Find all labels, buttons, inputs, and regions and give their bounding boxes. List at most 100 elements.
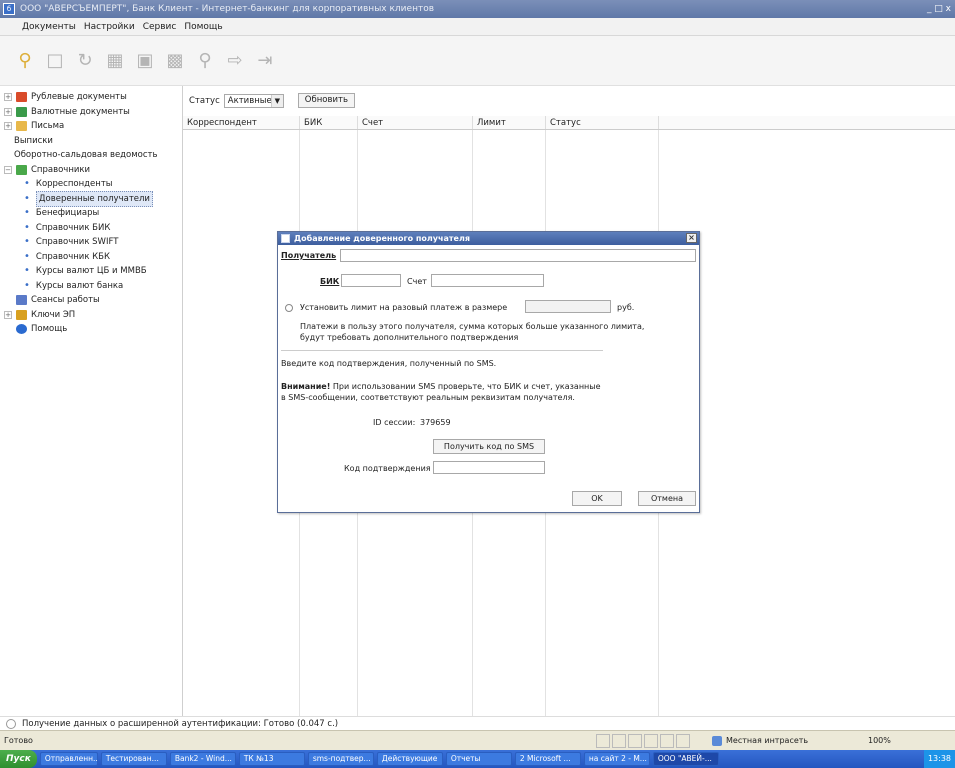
search-icon[interactable]: ⚲ bbox=[194, 50, 216, 72]
recipient-input[interactable] bbox=[340, 249, 696, 262]
tree-item-swift-directory[interactable]: • Справочник SWIFT bbox=[0, 235, 182, 250]
tree-item-turnover[interactable]: Оборотно-сальдовая ведомость bbox=[0, 148, 182, 163]
tree-item-correspondents[interactable]: • Корреспонденты bbox=[0, 177, 182, 192]
tree-item-rub-docs[interactable]: + Рублевые документы bbox=[0, 90, 182, 105]
limit-checkbox-label: Установить лимит на разовый платеж в раз… bbox=[300, 303, 508, 312]
tree-item-help[interactable]: Помощь bbox=[0, 322, 182, 337]
sessions-icon bbox=[16, 295, 27, 306]
get-sms-code-button[interactable]: Получить код по SMS bbox=[433, 439, 545, 454]
column-header-bik[interactable]: БИК bbox=[300, 116, 358, 129]
bullet-icon: • bbox=[24, 207, 30, 218]
limit-checkbox[interactable] bbox=[285, 304, 293, 312]
task-button[interactable]: ТК №13 bbox=[238, 752, 305, 766]
zoom-level[interactable]: 100% bbox=[868, 734, 891, 748]
task-button[interactable]: на сайт 2 - М... bbox=[583, 752, 650, 766]
bullet-icon: • bbox=[24, 250, 30, 262]
browser-status-bar: Готово Местная интрасеть 100% bbox=[0, 730, 955, 750]
bullet-icon: • bbox=[24, 279, 30, 291]
tree-item-cb-rates[interactable]: • Курсы валют ЦБ и ММВБ bbox=[0, 264, 182, 279]
task-button[interactable]: Действующие bbox=[376, 752, 443, 766]
dialog-title: Добавление доверенного получателя bbox=[294, 234, 470, 243]
task-button[interactable]: 2 Microsoft ... bbox=[514, 752, 581, 766]
tree-item-currency-docs[interactable]: + Валютные документы bbox=[0, 105, 182, 120]
column-header-status[interactable]: Статус bbox=[546, 116, 659, 129]
refresh-button[interactable]: Обновить bbox=[297, 93, 355, 108]
status-filter-select[interactable]: Активные ▼ bbox=[223, 93, 284, 108]
bik-input[interactable] bbox=[341, 274, 401, 287]
bullet-icon: • bbox=[24, 192, 30, 204]
ready-status: Готово bbox=[4, 736, 33, 745]
limit-note-line-1: Платежи в пользу этого получателя, сумма… bbox=[300, 322, 645, 331]
task-button[interactable]: sms-подтвер... bbox=[307, 752, 374, 766]
document-icon[interactable]: □ bbox=[44, 50, 66, 72]
tree-item-keys[interactable]: + Ключи ЭП bbox=[0, 308, 182, 323]
dialog-title-bar: Добавление доверенного получателя × bbox=[278, 232, 699, 245]
tree-item-statements[interactable]: Выписки bbox=[0, 134, 182, 149]
tree-item-trusted-recipients[interactable]: • Доверенные получатели bbox=[0, 190, 182, 207]
confirm-code-input[interactable] bbox=[433, 461, 545, 474]
navigation-tree: + Рублевые документы + Валютные документ… bbox=[0, 86, 183, 716]
tree-item-letters[interactable]: + Письма bbox=[0, 119, 182, 134]
rub-docs-icon bbox=[16, 92, 27, 103]
menu-documents[interactable]: Документы bbox=[18, 18, 80, 35]
confirm-code-label: Код подтверждения bbox=[344, 464, 431, 473]
menu-settings[interactable]: Настройки bbox=[80, 18, 139, 35]
grid-header: Корреспондент БИК Счет Лимит Статус bbox=[183, 116, 955, 130]
system-tray-clock[interactable]: 13:38 bbox=[923, 750, 955, 768]
session-label: ID сессии: bbox=[373, 418, 416, 427]
account-input[interactable] bbox=[431, 274, 544, 287]
session-id: 379659 bbox=[420, 418, 451, 427]
export-icon[interactable]: ⇨ bbox=[224, 50, 246, 72]
tree-item-bank-rates[interactable]: • Курсы валют банка bbox=[0, 279, 182, 294]
print-icon[interactable]: ▩ bbox=[164, 50, 186, 72]
mail-icon bbox=[16, 121, 27, 132]
keys-icon bbox=[16, 309, 27, 320]
ok-button[interactable]: OK bbox=[572, 491, 622, 506]
refresh-icon[interactable]: ↻ bbox=[74, 50, 96, 72]
divider bbox=[281, 350, 603, 351]
expand-icon[interactable]: + bbox=[4, 122, 12, 131]
task-button[interactable]: Отчеты bbox=[445, 752, 512, 766]
status-filter-label: Статус bbox=[189, 95, 220, 106]
tree-item-sessions[interactable]: Сеансы работы bbox=[0, 293, 182, 308]
archive-icon[interactable]: ▦ bbox=[104, 50, 126, 72]
help-icon bbox=[16, 324, 27, 335]
dialog-icon bbox=[281, 234, 290, 243]
bik-label: БИК bbox=[320, 277, 340, 286]
toolbar: ⚲ □ ↻ ▦ ▣ ▩ ⚲ ⇨ ⇥ bbox=[0, 36, 955, 86]
tree-item-beneficiaries[interactable]: • Бенефициары bbox=[0, 206, 182, 221]
start-button[interactable]: Пуск bbox=[0, 750, 37, 768]
task-button[interactable]: Bank2 - Wind... bbox=[169, 752, 236, 766]
sms-prompt: Введите код подтверждения, полученный по… bbox=[281, 359, 497, 368]
menu-bar: Документы Настройки Сервис Помощь bbox=[0, 18, 955, 36]
collapse-icon[interactable]: − bbox=[4, 165, 12, 174]
menu-service[interactable]: Сервис bbox=[139, 18, 181, 35]
expand-icon[interactable]: + bbox=[4, 107, 12, 116]
menu-help[interactable]: Помощь bbox=[180, 18, 226, 35]
expand-icon[interactable]: + bbox=[4, 310, 12, 319]
app-icon: б bbox=[3, 3, 15, 15]
column-header-correspondent[interactable]: Корреспондент bbox=[183, 116, 300, 129]
import-icon[interactable]: ⇥ bbox=[254, 50, 276, 72]
window-controls[interactable]: _ □ x bbox=[927, 0, 951, 18]
taskbar: Пуск Отправленн... Тестирован... Bank2 -… bbox=[0, 750, 955, 768]
window-title-bar: б ООО "АВЕРСЪЕМПЕРТ", Банк Клиент - Инте… bbox=[0, 0, 955, 18]
task-button[interactable]: ООО "АВЕЙ-... bbox=[652, 752, 719, 766]
cancel-button[interactable]: Отмена bbox=[638, 491, 696, 506]
chevron-down-icon[interactable]: ▼ bbox=[270, 94, 283, 107]
tree-item-references[interactable]: − Справочники bbox=[0, 163, 182, 178]
limit-amount-input[interactable] bbox=[525, 300, 611, 313]
close-icon[interactable]: × bbox=[686, 233, 697, 243]
currency-docs-icon bbox=[16, 106, 27, 117]
delete-icon[interactable]: ▣ bbox=[134, 50, 156, 72]
expand-icon[interactable]: + bbox=[4, 93, 12, 102]
intranet-zone: Местная интрасеть bbox=[710, 734, 808, 748]
tree-item-bik-directory[interactable]: • Справочник БИК bbox=[0, 221, 182, 236]
key-icon[interactable]: ⚲ bbox=[14, 50, 36, 72]
bullet-icon: • bbox=[24, 236, 30, 247]
column-header-account[interactable]: Счет bbox=[358, 116, 473, 129]
task-button[interactable]: Тестирован... bbox=[100, 752, 167, 766]
task-button[interactable]: Отправленн... bbox=[39, 752, 98, 766]
tree-item-kbk-directory[interactable]: • Справочник КБК bbox=[0, 250, 182, 265]
column-header-limit[interactable]: Лимит bbox=[473, 116, 546, 129]
